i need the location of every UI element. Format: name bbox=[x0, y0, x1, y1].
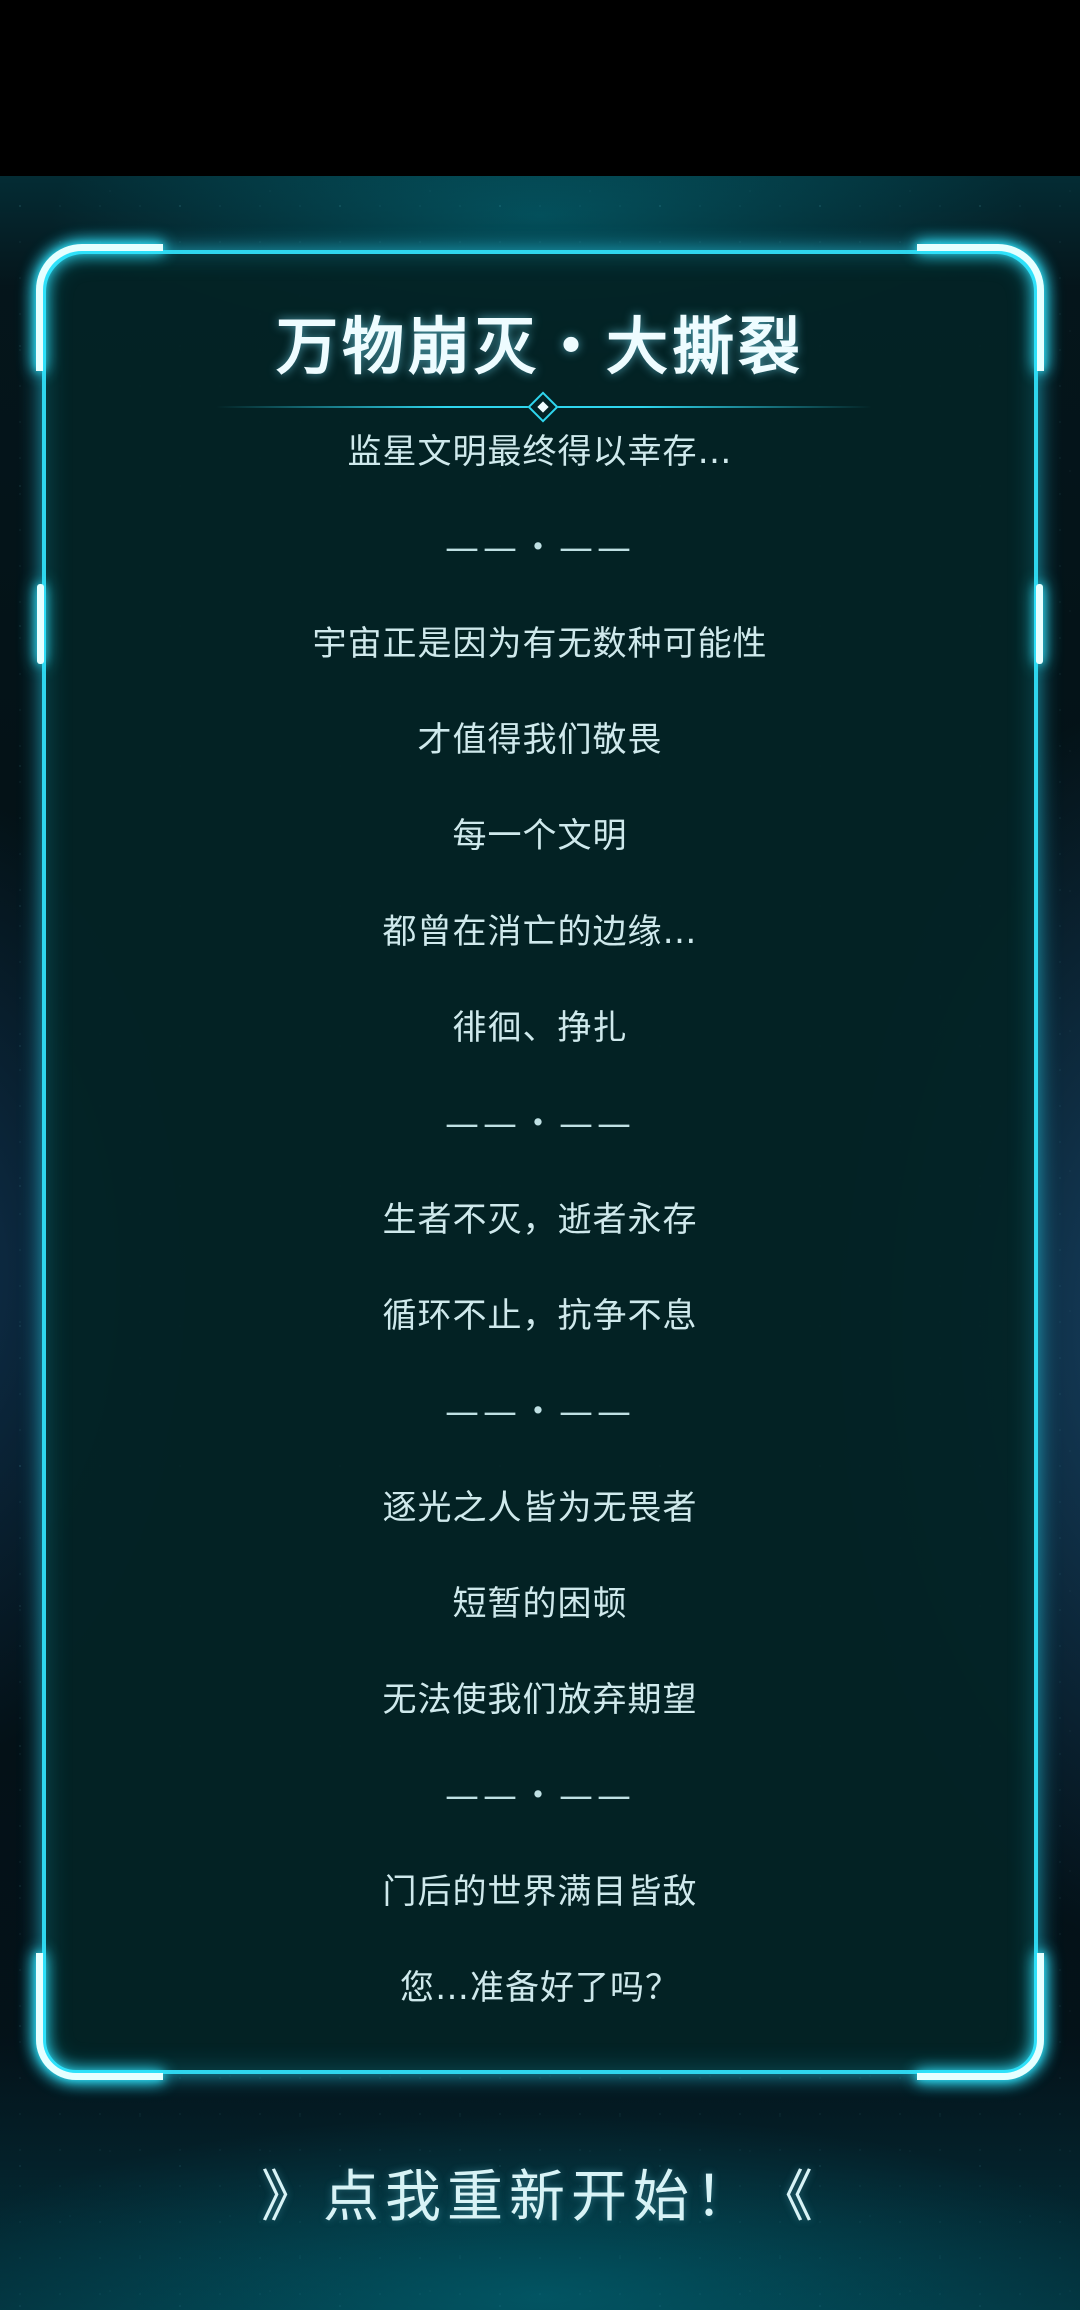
story-text-scroll[interactable]: 监星文明最终得以幸存… ——・—— 宇宙正是因为有无数种可能性 才值得我们敬畏 … bbox=[46, 430, 1034, 2060]
story-separator: ——・—— bbox=[445, 1776, 635, 1816]
ending-panel: 万物崩灭・大撕裂 监星文明最终得以幸存… ——・—— 宇宙正是因为有无数种可能性… bbox=[36, 244, 1044, 2080]
story-line: 门后的世界满目皆敌 bbox=[382, 1872, 698, 1912]
story-line: 逐光之人皆为无畏者 bbox=[382, 1488, 698, 1528]
side-glow-left bbox=[37, 584, 44, 664]
story-separator: ——・—— bbox=[445, 1104, 635, 1144]
diamond-ornament-icon bbox=[527, 391, 559, 423]
side-glow-right bbox=[1036, 584, 1043, 664]
story-separator: ——・—— bbox=[445, 1392, 635, 1432]
story-line: 生者不灭，逝者永存 bbox=[382, 1200, 698, 1240]
panel-title: 万物崩灭・大撕裂 bbox=[275, 310, 804, 383]
game-screen: 万物崩灭・大撕裂 监星文明最终得以幸存… ——・—— 宇宙正是因为有无数种可能性… bbox=[0, 0, 1080, 2310]
status-bar-area bbox=[0, 0, 1080, 176]
story-line: 无法使我们放弃期望 bbox=[382, 1680, 698, 1720]
story-line: 循环不止，抗争不息 bbox=[382, 1296, 698, 1336]
story-line: 才值得我们敬畏 bbox=[417, 720, 663, 760]
story-line: 都曾在消亡的边缘… bbox=[382, 912, 698, 952]
story-line: 宇宙正是因为有无数种可能性 bbox=[312, 624, 768, 664]
story-separator: ——・—— bbox=[445, 528, 635, 568]
story-line: 每一个文明 bbox=[452, 816, 628, 856]
story-line: 您…准备好了吗？ bbox=[400, 1968, 680, 2008]
story-line: 监星文明最终得以幸存… bbox=[347, 432, 733, 472]
story-line: 短暂的困顿 bbox=[452, 1584, 628, 1624]
restart-button[interactable]: 》点我重新开始！《 bbox=[0, 2152, 1080, 2233]
story-line: 徘徊、挣扎 bbox=[452, 1008, 628, 1048]
